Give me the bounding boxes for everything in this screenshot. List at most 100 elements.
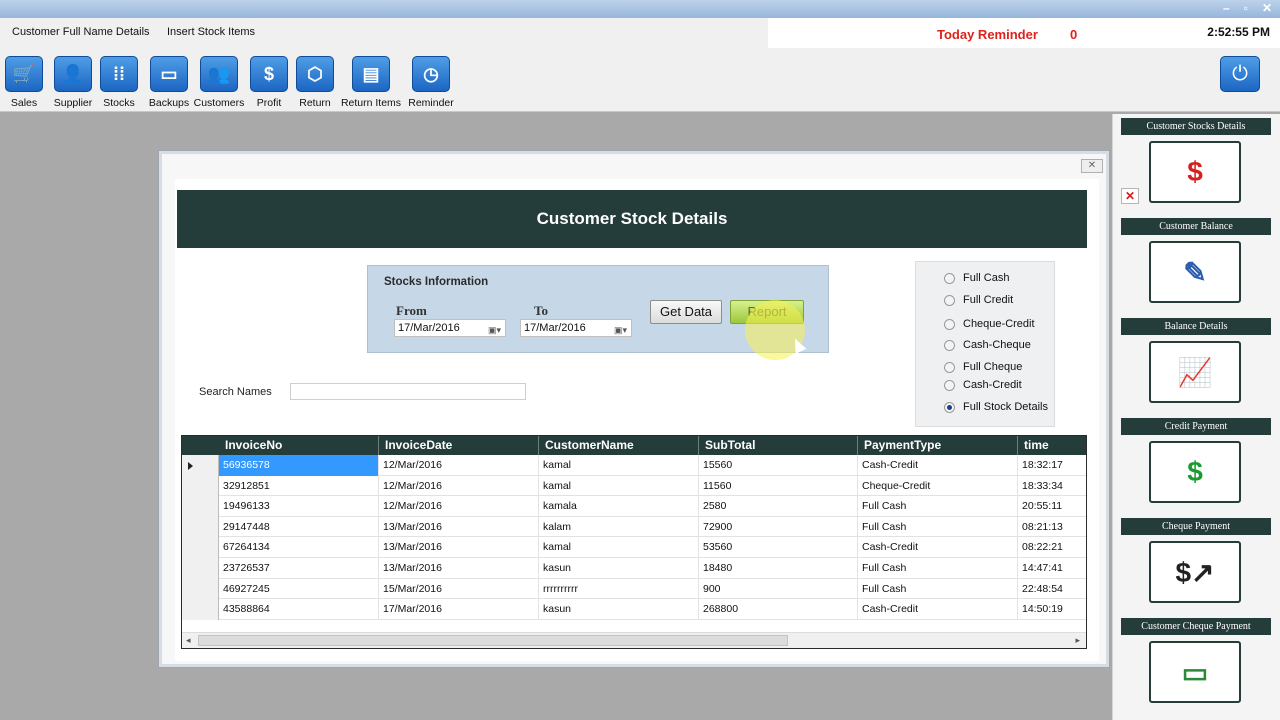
- table-row[interactable]: 32912851 12/Mar/2016 kamal 11560 Cheque-Cred…: [182, 475, 1086, 497]
- table-cell[interactable]: 19496133: [219, 496, 379, 517]
- table-row[interactable]: 29147448 13/Mar/2016 kalam 72900 Full Cash 08…: [182, 516, 1086, 538]
- row-header[interactable]: [182, 496, 219, 517]
- column-header-subtotal[interactable]: SubTotal: [699, 436, 858, 455]
- row-header[interactable]: [182, 558, 219, 579]
- table-cell[interactable]: 15560: [699, 455, 858, 476]
- power-icon[interactable]: ⏻: [1220, 56, 1260, 92]
- scroll-left-icon[interactable]: ◂: [186, 635, 191, 646]
- table-cell[interactable]: 08:21:13: [1018, 517, 1086, 538]
- row-header[interactable]: [182, 578, 219, 600]
- side-tile-customer-cheque-payment[interactable]: Customer Cheque Payment ▭: [1121, 618, 1271, 710]
- table-cell[interactable]: 23726537: [219, 558, 379, 579]
- column-header-time[interactable]: time: [1018, 436, 1086, 455]
- table-row[interactable]: 56936578 12/Mar/2016 kamal 15560 Cash-Credit…: [182, 455, 1086, 476]
- toolbar-stocks-button[interactable]: ⁞⁞ Stocks: [91, 56, 147, 109]
- table-cell[interactable]: 29147448: [219, 516, 379, 538]
- calendar-dropdown-icon[interactable]: ▣▾: [614, 322, 627, 338]
- radio-cheque-credit[interactable]: Cheque-Credit: [944, 318, 1035, 330]
- table-cell[interactable]: 12/Mar/2016: [379, 475, 539, 497]
- toolbar-backups-button[interactable]: ▭ Backups: [141, 56, 197, 109]
- table-cell[interactable]: 18480: [699, 558, 858, 579]
- side-tile-credit-payment[interactable]: Credit Payment $: [1121, 418, 1271, 510]
- row-header[interactable]: [182, 475, 219, 497]
- table-cell[interactable]: kasun: [539, 599, 699, 620]
- column-header-invoiceno[interactable]: InvoiceNo: [219, 436, 379, 455]
- table-cell[interactable]: kamal: [539, 475, 699, 497]
- table-cell[interactable]: kamal: [539, 455, 699, 476]
- side-tile-balance-details[interactable]: Balance Details 📈: [1121, 318, 1271, 410]
- side-tile-customer-stocks-details[interactable]: Customer Stocks Details $: [1121, 118, 1271, 210]
- radio-cash-credit[interactable]: Cash-Credit: [944, 379, 1022, 391]
- toolbar-return-items-button[interactable]: ▤ Return Items: [340, 56, 402, 109]
- side-tile-icon[interactable]: $: [1149, 141, 1241, 203]
- table-cell[interactable]: 43588864: [219, 599, 379, 620]
- scrollbar-thumb[interactable]: [198, 635, 788, 646]
- child-window-close-icon[interactable]: ✕: [1081, 159, 1103, 173]
- table-cell[interactable]: kamala: [539, 496, 699, 517]
- table-cell[interactable]: 900: [699, 578, 858, 600]
- table-row[interactable]: 46927245 15/Mar/2016 rrrrrrrrrr 900 Full Cas…: [182, 578, 1086, 600]
- table-row[interactable]: 43588864 17/Mar/2016 kasun 268800 Cash-Credi…: [182, 599, 1086, 620]
- table-cell[interactable]: Full Cash: [858, 578, 1018, 600]
- from-date-picker[interactable]: 17/Mar/2016 ▣▾: [394, 319, 506, 337]
- table-cell[interactable]: 11560: [699, 475, 858, 497]
- radio-full-stock-details[interactable]: Full Stock Details: [944, 401, 1048, 413]
- table-cell[interactable]: 15/Mar/2016: [379, 578, 539, 600]
- table-cell[interactable]: 12/Mar/2016: [379, 455, 539, 476]
- table-cell[interactable]: 32912851: [219, 475, 379, 497]
- side-tile-icon[interactable]: $↗: [1149, 541, 1241, 603]
- table-cell[interactable]: Cash-Credit: [858, 455, 1018, 476]
- table-cell[interactable]: kamal: [539, 537, 699, 558]
- table-cell[interactable]: 67264134: [219, 537, 379, 558]
- side-tile-icon[interactable]: ✎: [1149, 241, 1241, 303]
- side-tile-icon[interactable]: ▭: [1149, 641, 1241, 703]
- table-cell[interactable]: Cash-Credit: [858, 599, 1018, 620]
- table-cell[interactable]: 12/Mar/2016: [379, 496, 539, 517]
- column-header-customername[interactable]: CustomerName: [539, 436, 699, 455]
- side-tile-customer-balance[interactable]: Customer Balance ✎: [1121, 218, 1271, 310]
- table-cell[interactable]: kasun: [539, 558, 699, 579]
- menu-item-insert-stock-items[interactable]: Insert Stock Items: [167, 26, 255, 38]
- toolbar-reminder-button[interactable]: ◷ Reminder: [403, 56, 459, 109]
- calendar-dropdown-icon[interactable]: ▣▾: [488, 322, 501, 338]
- table-cell[interactable]: rrrrrrrrrr: [539, 578, 699, 600]
- radio-full-credit[interactable]: Full Credit: [944, 294, 1013, 306]
- table-cell[interactable]: 22:48:54: [1018, 579, 1086, 600]
- table-cell[interactable]: 13/Mar/2016: [379, 537, 539, 558]
- search-names-input[interactable]: [290, 383, 526, 400]
- table-cell[interactable]: 17/Mar/2016: [379, 599, 539, 620]
- radio-cash-cheque[interactable]: Cash-Cheque: [944, 339, 1031, 351]
- get-data-button[interactable]: Get Data: [650, 300, 722, 324]
- toolbar-customers-button[interactable]: 👥 Customers: [191, 56, 247, 109]
- table-cell[interactable]: 72900: [699, 516, 858, 538]
- row-header[interactable]: [182, 599, 219, 620]
- close-icon[interactable]: ✕: [1262, 1, 1272, 15]
- row-header[interactable]: [182, 455, 219, 476]
- table-cell[interactable]: 18:33:34: [1018, 476, 1086, 497]
- invoice-grid[interactable]: InvoiceNo InvoiceDate CustomerName SubTotal…: [181, 435, 1087, 649]
- column-header-invoicedate[interactable]: InvoiceDate: [379, 436, 539, 455]
- table-cell[interactable]: Full Cash: [858, 516, 1018, 538]
- row-header[interactable]: [182, 516, 219, 538]
- table-cell[interactable]: 268800: [699, 599, 858, 620]
- table-row[interactable]: 19496133 12/Mar/2016 kamala 2580 Full Cash 20…: [182, 496, 1086, 517]
- horizontal-scrollbar[interactable]: ◂ ▸: [182, 632, 1086, 648]
- table-cell[interactable]: 2580: [699, 496, 858, 517]
- table-cell[interactable]: Full Cash: [858, 496, 1018, 517]
- table-cell[interactable]: 13/Mar/2016: [379, 558, 539, 579]
- table-cell[interactable]: 14:47:41: [1018, 558, 1086, 579]
- table-cell[interactable]: 46927245: [219, 578, 379, 600]
- radio-full-cash[interactable]: Full Cash: [944, 272, 1009, 284]
- table-cell[interactable]: Cash-Credit: [858, 537, 1018, 558]
- table-cell[interactable]: 56936578: [219, 455, 379, 476]
- table-cell[interactable]: 08:22:21: [1018, 537, 1086, 558]
- minimize-icon[interactable]: –: [1223, 1, 1230, 15]
- table-row[interactable]: 23726537 13/Mar/2016 kasun 18480 Full Cash 14…: [182, 558, 1086, 579]
- table-cell[interactable]: kalam: [539, 516, 699, 538]
- toolbar-return-button[interactable]: ⬡ Return: [287, 56, 343, 109]
- table-cell[interactable]: 18:32:17: [1018, 455, 1086, 476]
- side-tile-cheque-payment[interactable]: Cheque Payment $↗: [1121, 518, 1271, 610]
- menu-item-customer-full-name-details[interactable]: Customer Full Name Details: [12, 26, 150, 38]
- radio-full-cheque[interactable]: Full Cheque: [944, 361, 1022, 373]
- table-cell[interactable]: Cheque-Credit: [858, 475, 1018, 497]
